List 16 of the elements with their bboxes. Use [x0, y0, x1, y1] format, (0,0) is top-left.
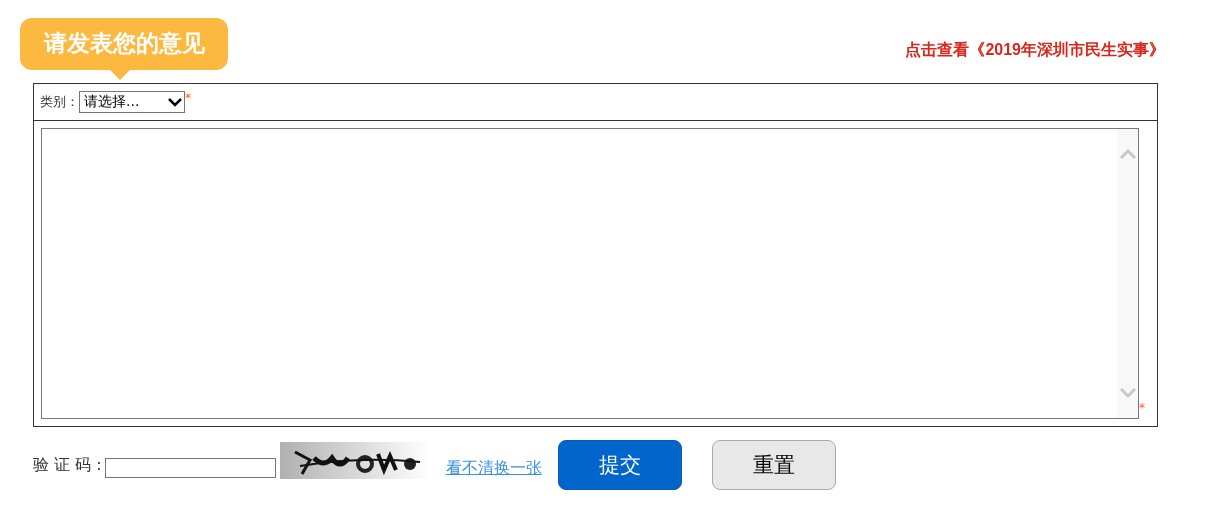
required-mark: * — [185, 91, 191, 105]
chevron-down-icon — [1119, 388, 1136, 398]
captcha-label: 验 证 码 : — [33, 454, 102, 476]
speech-bubble-title: 请发表您的意见 — [20, 18, 228, 80]
required-mark: * — [1139, 401, 1145, 415]
submit-button[interactable]: 提交 — [557, 440, 682, 490]
category-select[interactable]: 请选择... — [79, 91, 185, 113]
reset-button[interactable]: 重置 — [711, 440, 836, 490]
chevron-up-icon — [1119, 149, 1136, 159]
scrollbar[interactable] — [1117, 129, 1138, 418]
message-textarea[interactable] — [41, 128, 1139, 419]
category-label: 类别： — [40, 93, 79, 111]
refresh-captcha-link[interactable]: 看不清换一张 — [445, 457, 542, 479]
report-link[interactable]: 点击查看《2019年深圳市民生实事》 — [905, 40, 1165, 61]
chevron-down-icon — [168, 97, 182, 107]
captcha-input[interactable] — [104, 458, 276, 478]
